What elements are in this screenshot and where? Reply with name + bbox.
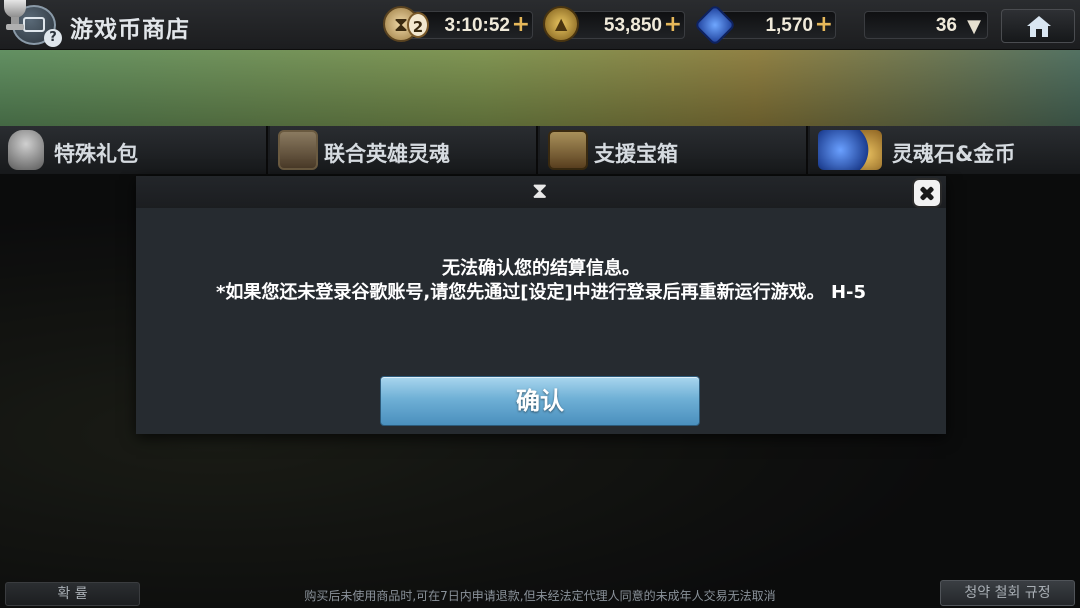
gold-value: 53,850	[603, 15, 662, 36]
trophy-icon	[8, 130, 44, 170]
timer-value: 3:10:52	[444, 15, 511, 36]
add-gold-button[interactable]: +	[664, 13, 682, 37]
tab-label: 灵魂石&金币	[892, 142, 1016, 166]
hero-soul-icon	[278, 130, 318, 170]
gold-icon	[543, 6, 579, 42]
confirm-button[interactable]: 确认	[380, 376, 700, 426]
gem-value: 1,570	[765, 15, 813, 36]
top-bar: ? 游戏币商店 3:10:52 + 2 53,850 + 1,570 + 36 …	[0, 0, 1080, 50]
tab-hero-soul[interactable]: 联合英雄灵魂	[270, 126, 538, 174]
tab-soulstone-gold[interactable]: 灵魂石&金币	[810, 126, 1080, 174]
withdrawal-policy-button[interactable]: 청약 철회 규정	[940, 580, 1075, 606]
dialog-message-detail: *如果您还未登录谷歌账号,请您先通过[设定]中进行登录后再重新运行游戏。 H-5	[215, 282, 867, 303]
tab-label: 联合英雄灵魂	[324, 142, 450, 166]
trophy-dropdown[interactable]: 36 ▼	[864, 11, 988, 39]
stamina-count: 2	[407, 12, 429, 38]
add-stamina-button[interactable]: +	[512, 13, 530, 37]
dialog-message: 无法确认您的结算信息。	[442, 258, 640, 279]
question-icon: ?	[44, 29, 62, 47]
chest-icon	[548, 130, 588, 170]
page-title: 游戏币商店	[70, 17, 190, 43]
chevron-down-icon: ▼	[967, 16, 981, 37]
refund-notice: 购买后未使用商品时,可在7日内申请退款,但未经法定代理人同意的未成年人交易无法取…	[304, 589, 776, 603]
soulstone-gold-icon	[818, 130, 882, 170]
add-gem-button[interactable]: +	[815, 13, 833, 37]
trophy-value: 36	[935, 15, 957, 36]
dialog-header: ⧗	[136, 176, 946, 208]
hourglass-icon: ⧗	[532, 179, 548, 204]
close-button[interactable]	[912, 178, 942, 208]
tab-support-chest[interactable]: 支援宝箱	[540, 126, 808, 174]
tab-label: 支援宝箱	[594, 142, 678, 166]
home-button[interactable]	[1001, 9, 1075, 43]
chest-icon	[23, 17, 45, 32]
tab-special-package[interactable]: 特殊礼包	[0, 126, 268, 174]
probability-button[interactable]: 확 률	[5, 582, 140, 606]
category-tabs: 特殊礼包 联合英雄灵魂 支援宝箱 灵魂石&金币	[0, 126, 1080, 174]
error-dialog: ⧗ 无法确认您的结算信息。 *如果您还未登录谷歌账号,请您先通过[设定]中进行登…	[136, 176, 946, 434]
shop-banner	[0, 50, 1080, 126]
tab-label: 特殊礼包	[54, 142, 138, 166]
